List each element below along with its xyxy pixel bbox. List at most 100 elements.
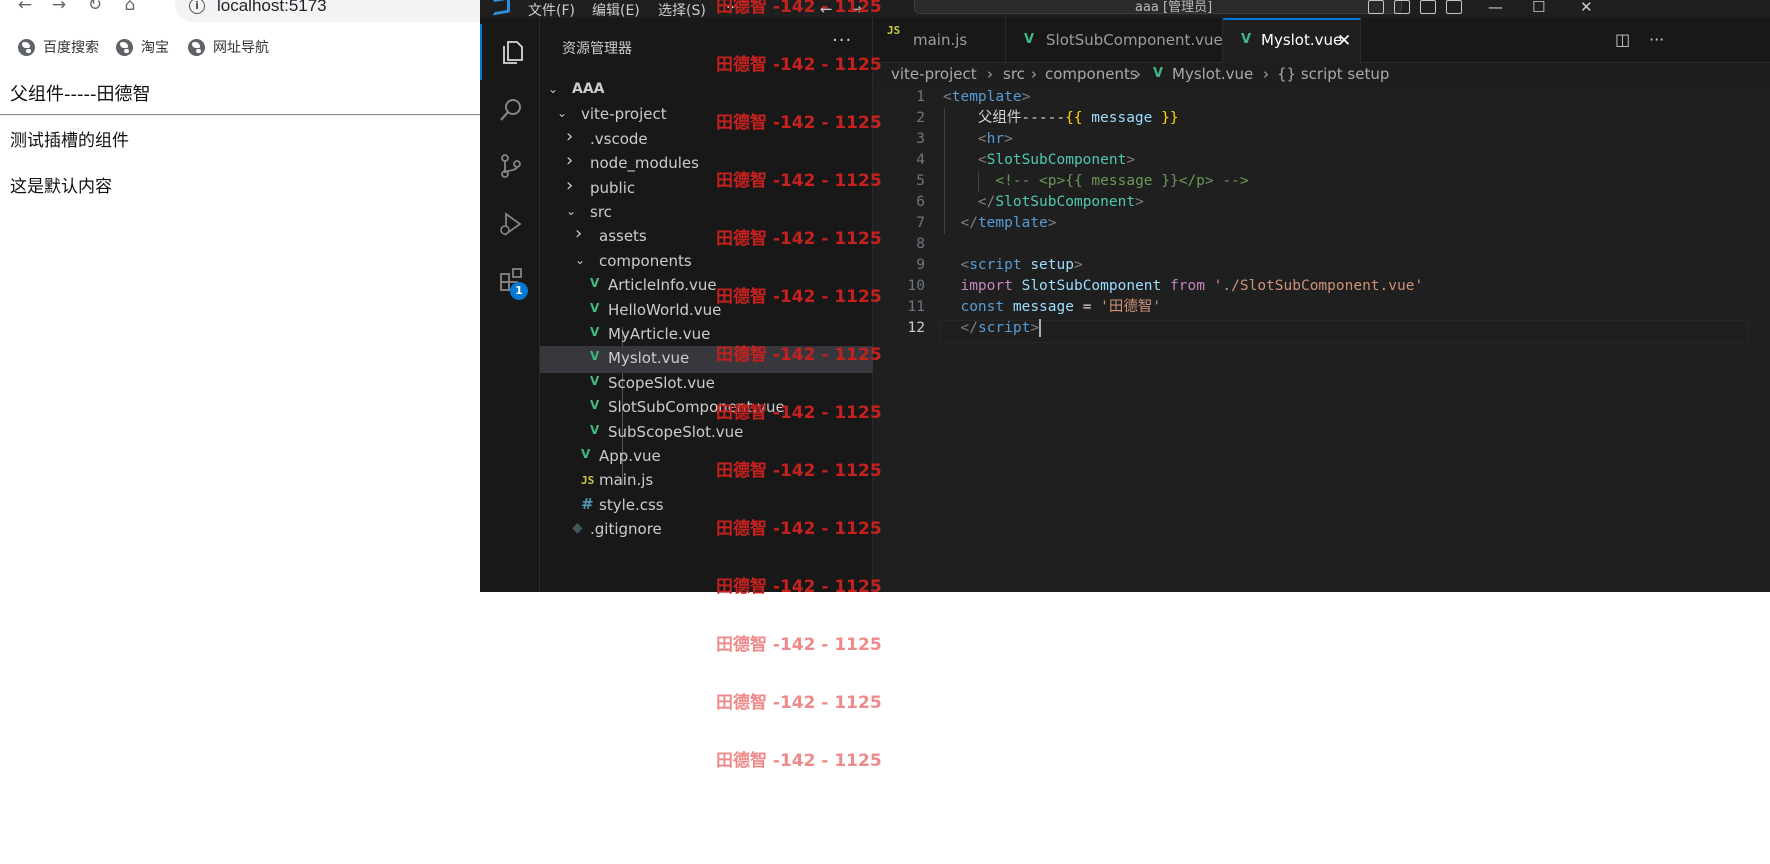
code-token: SlotSubComponent xyxy=(995,194,1136,210)
breadcrumb-item[interactable]: src xyxy=(1003,65,1025,83)
tree-item[interactable]: V SlotSubComponent.vue xyxy=(540,395,873,422)
activity-explorer[interactable] xyxy=(480,24,540,80)
line-number: 8 xyxy=(916,236,925,252)
tree-item-label: public xyxy=(590,178,636,197)
tree-item[interactable]: ◆ .gitignore xyxy=(540,517,873,544)
code-token: > xyxy=(1126,152,1136,168)
customize-layout-icon[interactable] xyxy=(1446,0,1462,14)
bookmark-nav[interactable]: 网址导航 xyxy=(188,36,269,58)
menu-edit[interactable]: 编辑(E) xyxy=(592,0,640,20)
line-number: 6 xyxy=(916,194,925,210)
layout-icon[interactable] xyxy=(1368,0,1384,14)
vue-file-icon: V xyxy=(590,349,600,364)
chevron-right-icon: › xyxy=(1263,65,1269,83)
breadcrumb-item[interactable]: vite-project xyxy=(891,65,977,83)
chevron-right-icon[interactable]: › xyxy=(566,175,578,196)
chevron-right-icon[interactable]: › xyxy=(575,223,587,244)
extensions-badge: 1 xyxy=(510,282,528,300)
tree-item[interactable]: V HelloWorld.vue xyxy=(540,298,873,325)
split-editor-icon[interactable]: ◫ xyxy=(1615,30,1630,49)
code-line: 12 </script> xyxy=(873,318,1673,339)
line-number: 9 xyxy=(916,257,925,273)
menu-more[interactable]: ··· xyxy=(726,0,739,16)
reload-button[interactable]: ↻ xyxy=(84,0,106,16)
tab-slotsubcomponent[interactable]: V SlotSubComponent.vue xyxy=(1006,18,1223,63)
code-line: 2 父组件-----{{ message }} xyxy=(873,108,1673,129)
tree-item[interactable]: V ArticleInfo.vue xyxy=(540,273,873,300)
maximize-icon[interactable]: ☐ xyxy=(1532,0,1545,16)
tree-item[interactable]: ⌄ src xyxy=(540,200,873,227)
home-button[interactable]: ⌂ xyxy=(119,0,141,16)
explorer-sidebar: 资源管理器 ··· ⌄ AAA ⌄ vite-project › .vscode › node… xyxy=(540,18,873,592)
site-info-icon[interactable]: i xyxy=(189,0,205,14)
tree-item[interactable]: V MyArticle.vue xyxy=(540,322,873,349)
tree-item[interactable]: › node_modules xyxy=(540,150,873,178)
tree-item[interactable]: JS main.js xyxy=(540,468,873,495)
chevron-down-icon[interactable]: ⌄ xyxy=(575,253,587,267)
tree-item[interactable]: › public xyxy=(540,175,873,203)
code-token: import xyxy=(960,278,1013,294)
tree-item[interactable]: › assets xyxy=(540,223,873,251)
tab-main-js[interactable]: JS main.js xyxy=(873,18,1006,63)
tree-item[interactable]: › .vscode xyxy=(540,126,873,154)
minimize-icon[interactable]: — xyxy=(1488,0,1503,16)
menu-file[interactable]: 文件(F) xyxy=(528,0,575,20)
command-center-label: aaa [管理员] xyxy=(1135,0,1213,15)
chevron-right-icon: › xyxy=(1031,65,1037,83)
tree-item[interactable]: # style.css xyxy=(540,493,873,520)
chevron-right-icon: › xyxy=(987,65,993,83)
activity-run-debug[interactable] xyxy=(480,196,540,252)
code-token: < xyxy=(977,152,987,168)
close-icon[interactable]: ✕ xyxy=(1337,31,1351,51)
bookmark-taobao[interactable]: 淘宝 xyxy=(116,36,169,58)
code-token: script xyxy=(969,257,1022,273)
activity-source-control[interactable] xyxy=(480,138,540,194)
horizontal-rule xyxy=(0,114,480,116)
tree-item-label: Myslot.vue xyxy=(608,349,690,368)
bookmark-label: 淘宝 xyxy=(141,40,169,56)
chevron-right-icon[interactable]: › xyxy=(566,150,578,171)
bookmark-baidu[interactable]: 百度搜索 xyxy=(18,36,99,58)
close-window-icon[interactable]: ✕ xyxy=(1580,0,1593,16)
menu-selection[interactable]: 选择(S) xyxy=(658,0,706,20)
address-bar[interactable]: i localhost:5173 xyxy=(175,0,505,22)
command-center[interactable]: aaa [管理员] xyxy=(914,0,1402,15)
chevron-right-icon[interactable]: › xyxy=(566,126,578,147)
tab-myslot[interactable]: V Myslot.vue ✕ xyxy=(1223,18,1361,63)
code-token: = xyxy=(1073,299,1101,315)
tree-item[interactable]: ⌄ AAA xyxy=(540,78,873,105)
panel-toggle-icon[interactable] xyxy=(1394,0,1410,14)
nav-forward-icon[interactable]: → xyxy=(850,0,863,18)
run-debug-icon xyxy=(500,212,522,236)
breadcrumb-item[interactable]: components xyxy=(1045,65,1138,83)
activity-search[interactable] xyxy=(480,82,540,138)
tree-item[interactable]: V App.vue xyxy=(540,444,873,471)
breadcrumb-item[interactable]: Myslot.vue xyxy=(1172,65,1253,83)
tree-item[interactable]: V SubScopeSlot.vue xyxy=(540,420,873,447)
tree-item-label: .gitignore xyxy=(590,520,662,539)
tree-item[interactable]: V Myslot.vue xyxy=(540,346,873,374)
code-token: 父组件----- xyxy=(943,110,1066,126)
sidebar-toggle-icon[interactable] xyxy=(1420,0,1436,14)
forward-button[interactable]: → xyxy=(48,0,70,16)
code-line: 6 </SlotSubComponent> xyxy=(873,192,1673,213)
chevron-down-icon[interactable]: ⌄ xyxy=(548,82,560,96)
tree-item[interactable]: ⌄ components xyxy=(540,249,873,276)
tree-item-label: AAA xyxy=(572,81,605,97)
code-line: 4 <SlotSubComponent> xyxy=(873,150,1673,171)
browser-toolbar: ← → ↻ ⌂ i localhost:5173 xyxy=(0,0,505,24)
tree-item[interactable]: V ScopeSlot.vue xyxy=(540,371,873,398)
breadcrumb-item[interactable]: {} script setup xyxy=(1277,65,1389,83)
explorer-more-icon[interactable]: ··· xyxy=(832,30,852,51)
more-actions-icon[interactable]: ··· xyxy=(1649,30,1664,49)
vue-file-icon: V xyxy=(590,300,600,315)
chevron-down-icon[interactable]: ⌄ xyxy=(566,204,578,218)
tree-item[interactable]: ⌄ vite-project xyxy=(540,102,873,129)
chevron-down-icon[interactable]: ⌄ xyxy=(557,106,569,120)
nav-back-icon[interactable]: ← xyxy=(820,0,833,18)
activity-extensions[interactable]: 1 xyxy=(480,252,540,308)
back-button[interactable]: ← xyxy=(14,0,36,16)
code-editor[interactable]: 1 <template> 2 父组件-----{{ message }} 3 <hr>… xyxy=(873,87,1770,592)
